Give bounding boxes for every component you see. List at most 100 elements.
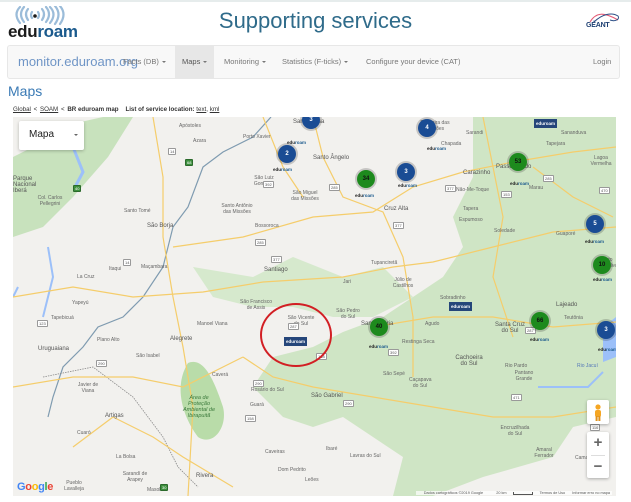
eduroam-location-badge[interactable]: eduroam [596, 345, 616, 354]
highway-shield: 285 [329, 184, 340, 191]
place-label: Bossoroca [255, 223, 279, 229]
map-attribution: Dados cartográficos ©2019 Google 20 km T… [415, 491, 612, 495]
caret-down-icon [262, 61, 267, 64]
nav-statistics-dropdown[interactable]: Statistics (F-ticks) [276, 46, 354, 78]
place-label: São Francisco de Assis [240, 299, 272, 311]
place-label: São Pedro do Sul [336, 308, 360, 320]
caret-down-icon [203, 61, 208, 64]
place-label: La Cruz [77, 274, 95, 280]
eduroam-location-badge[interactable]: eduroam [353, 191, 376, 200]
highway-shield: 377 [271, 256, 282, 263]
place-label: Rivera [196, 473, 214, 479]
nav-maps-dropdown[interactable]: Maps [175, 46, 215, 78]
highway-shield: 153 [501, 191, 512, 198]
place-label: Rio Jacuí [577, 363, 598, 369]
highway-shield: 290 [96, 360, 107, 367]
place-label: Sarandí de Arapey [122, 471, 148, 483]
eduroam-location-badge[interactable]: eduroam [425, 144, 448, 153]
breadcrumb-global-link[interactable]: Global [13, 106, 31, 113]
street-view-pegman-button[interactable] [587, 400, 609, 424]
map-cluster-marker[interactable]: 34 [357, 170, 375, 188]
report-map-error-link[interactable]: Informar erro no mapa [572, 491, 610, 495]
google-logo[interactable]: Google [17, 481, 53, 493]
place-label: Yapeyú [72, 300, 89, 306]
eduroam-location-badge[interactable]: eduroam [528, 335, 551, 344]
highway-shield: 68 [185, 159, 194, 166]
map-data-credit[interactable]: Dados cartográficos ©2019 Google [424, 491, 483, 495]
place-label: Manoel Viana [197, 321, 228, 327]
map-cluster-marker[interactable]: 3 [597, 321, 615, 339]
place-label: Ibaré [326, 446, 338, 452]
caret-down-icon [344, 61, 349, 64]
service-list-kml-link[interactable]: kml [210, 106, 220, 113]
map-base-layer [13, 117, 616, 496]
breadcrumb-current: BR eduroam map [67, 106, 119, 113]
map-type-select[interactable]: Mapa [19, 121, 84, 150]
place-label: Guará [250, 402, 264, 408]
map-cluster-marker[interactable]: 3 [397, 163, 415, 181]
eduroam-location-badge[interactable]: eduroam [591, 275, 614, 284]
place-label: Plano Alto [97, 337, 120, 343]
nav-monitoring-dropdown[interactable]: Monitoring [218, 46, 272, 78]
highway-shield: 14 [168, 148, 177, 155]
place-label: Apóstoles [179, 123, 201, 129]
breadcrumb: Global < SOAM < BR eduroam map List of s… [13, 106, 220, 113]
highway-shield: 470 [599, 187, 610, 194]
map-cluster-marker[interactable]: 4 [418, 119, 436, 137]
highway-shield: 123 [37, 320, 48, 327]
highway-shield: 377 [445, 185, 456, 192]
place-label: Teutônia [564, 315, 583, 321]
scale-label[interactable]: 20 km [490, 491, 533, 495]
place-label: Carazinho [463, 170, 491, 176]
geant-logo[interactable]: GÉANT [582, 10, 622, 32]
highway-shield: 158 [245, 415, 256, 422]
map-cluster-marker[interactable]: 2 [278, 145, 296, 163]
breadcrumb-soam-link[interactable]: SOAM [40, 106, 58, 113]
service-list-text-link[interactable]: text [196, 106, 206, 113]
place-label: Azara [193, 138, 207, 144]
map-cluster-marker[interactable]: 5 [586, 215, 604, 233]
nav-configure-device-link[interactable]: Configure your device (CAT) [360, 46, 466, 78]
zoom-controls: + − [587, 432, 609, 478]
highway-shield: 471 [511, 394, 522, 401]
map-cluster-marker[interactable]: 53 [509, 153, 527, 171]
maps-heading: Maps [8, 83, 43, 99]
place-label: São Miguel das Missões [291, 190, 319, 202]
login-link[interactable]: Login [587, 46, 617, 78]
place-label: Alegrete [170, 336, 193, 342]
nav-facts-dropdown[interactable]: Facts (DB) [117, 46, 172, 78]
highway-shield: 285 [255, 239, 266, 246]
eduroam-location-badge[interactable]: eduroam [583, 237, 606, 246]
site-header: eduroam Supporting services GÉANT [0, 2, 631, 42]
eduroam-location-badge[interactable]: eduroam [449, 302, 473, 311]
highway-shield: 30 [160, 484, 169, 491]
eduroam-location-badge[interactable]: eduroam [396, 181, 419, 190]
map-cluster-marker[interactable]: 40 [370, 318, 388, 336]
eduroam-location-badge[interactable]: eduroam [534, 119, 558, 128]
place-label: Jari [343, 279, 352, 285]
place-label: Soledade [494, 228, 516, 234]
place-label: Tapejara [546, 141, 566, 147]
highway-shield: 40 [73, 185, 82, 192]
zoom-in-button[interactable]: + [587, 432, 609, 454]
pegman-icon [595, 404, 601, 421]
place-label: Tupanciretã [371, 260, 398, 266]
place-label: São Sepé [383, 371, 405, 377]
place-label: Santiago [264, 267, 288, 273]
place-label: Guaporé [556, 231, 576, 237]
eduroam-location-badge[interactable]: eduroam [367, 342, 390, 351]
eduroam-location-badge[interactable]: eduroam [508, 179, 531, 188]
place-label: Javier de Viana [77, 382, 99, 394]
park-label: Área de Proteção Ambiental de Ibirapuitã [182, 395, 216, 419]
map-cluster-marker[interactable]: 66 [531, 312, 549, 330]
map-canvas[interactable]: Apóstoles Azara Porto Xavier Santa Rosa … [13, 117, 616, 496]
place-label: Restinga Seca [402, 339, 435, 345]
eduroam-location-badge[interactable]: eduroam [271, 165, 294, 174]
place-label: Pueblo Lavalleja [64, 480, 84, 492]
highway-shield: 116 [590, 424, 601, 431]
place-label: São Isabel [136, 353, 160, 359]
zoom-out-button[interactable]: − [587, 456, 609, 478]
place-label: Pantano Grande [514, 370, 534, 382]
map-cluster-marker[interactable]: 10 [593, 256, 611, 274]
terms-link[interactable]: Termos de Uso [540, 491, 566, 495]
